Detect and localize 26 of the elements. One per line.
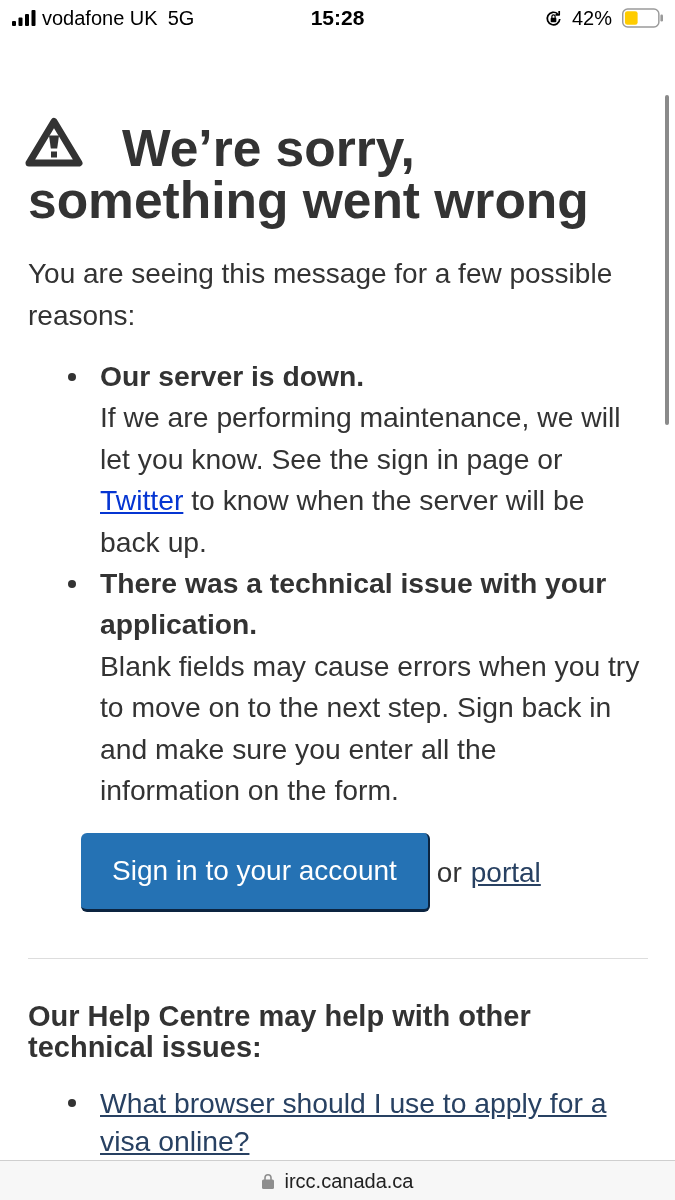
reason-title: Our server is down.: [100, 359, 366, 394]
heading-line: We’re sorry,: [122, 121, 415, 175]
sign-in-button[interactable]: Sign in to your account: [81, 833, 430, 913]
intro-text: You are seeing this message for a few possible reasons:: [28, 257, 614, 333]
scrollbar-thumb[interactable]: [665, 95, 669, 425]
reason-description: Blank fields may cause errors when you try to move on to the next step. Sign back in and make sure you enter all the information on the form.: [100, 648, 641, 809]
or-text: or: [436, 855, 462, 890]
help-heading: Our Help Centre may help with other technical issues:: [28, 1001, 532, 1064]
reason-title: There was a technical issue with your application.: [100, 566, 608, 643]
carrier-name: vodafone UK: [42, 6, 158, 31]
help-link[interactable]: What browser should I use to apply for a visa online?: [100, 1084, 642, 1160]
rotation-lock-icon: [543, 8, 563, 28]
site-url[interactable]: ircc.canada.ca: [284, 1165, 414, 1196]
bullet-icon: [68, 372, 76, 381]
network-type: 5G: [167, 6, 195, 31]
battery-percent: 42%: [571, 6, 612, 31]
reason-description: If we are performing maintenance, we will let you know. See the sign in page or Twitter to know when the server will be back up.: [100, 400, 622, 560]
bullet-icon: [68, 1099, 76, 1108]
warning-icon: [24, 115, 84, 169]
lock-icon: [261, 1172, 274, 1189]
bullet-icon: [68, 579, 76, 588]
twitter-link[interactable]: Twitter: [100, 484, 184, 517]
signal-icon: [12, 10, 36, 26]
clock-time: 15:28: [310, 5, 365, 32]
portal-link[interactable]: portal: [470, 851, 541, 894]
battery-icon: [622, 8, 663, 28]
